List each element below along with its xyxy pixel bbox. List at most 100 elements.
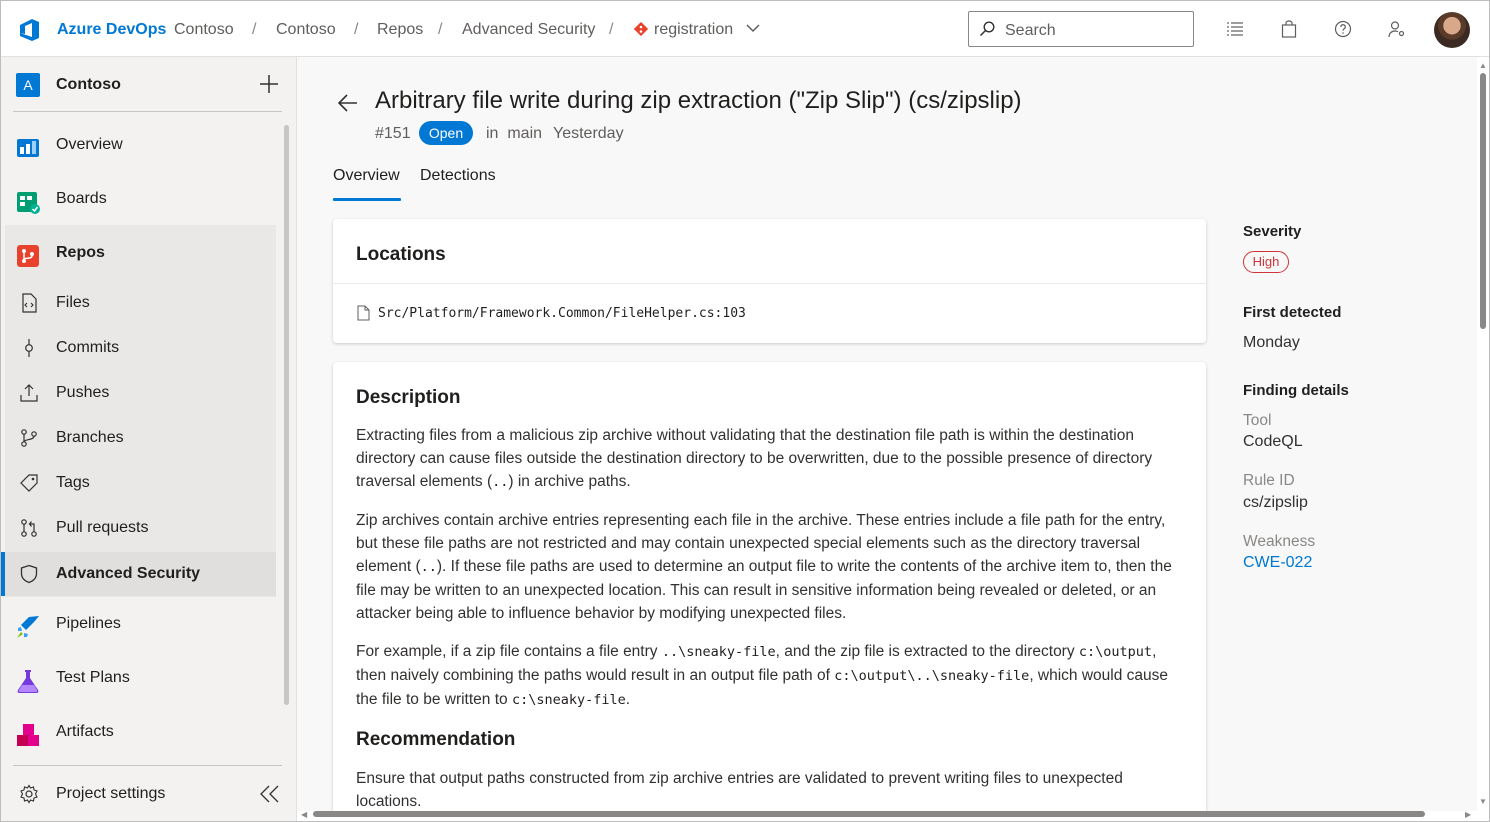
sidebar-item-label: Branches [56, 429, 124, 446]
breadcrumb-separator: / [609, 21, 614, 38]
location-path-link[interactable]: Src/Platform/Framework.Common/FileHelper… [378, 306, 746, 321]
breadcrumb-repo-name[interactable]: registration [654, 21, 733, 39]
tab-detections[interactable]: Detections [420, 167, 496, 185]
sidebar-item-repos[interactable]: Repos [5, 231, 276, 275]
breadcrumb-separator: / [252, 21, 257, 38]
sidebar-item-commits[interactable]: Commits [5, 326, 276, 370]
test-plans-icon [17, 670, 39, 693]
search-icon [979, 21, 995, 37]
sidebar-item-label: Advanced Security [56, 565, 201, 582]
azure-devops-logo[interactable] [17, 17, 43, 43]
severity-badge: High [1243, 251, 1289, 273]
avatar[interactable] [1434, 12, 1470, 48]
sidebar-scrollbar[interactable] [284, 125, 289, 705]
collapse-sidebar-icon[interactable] [259, 785, 281, 803]
sidebar-item-label: Pushes [56, 384, 110, 401]
file-icon [357, 305, 370, 321]
rule-id-value: cs/zipslip [1243, 494, 1308, 511]
brand-link[interactable]: Azure DevOps [57, 21, 166, 39]
boards-icon [17, 192, 40, 214]
help-icon[interactable] [1334, 20, 1352, 38]
active-tab-indicator [333, 198, 401, 201]
sidebar-divider [13, 765, 282, 766]
sidebar-divider [13, 111, 282, 112]
sidebar-item-pushes[interactable]: Pushes [5, 371, 276, 415]
user-settings-icon[interactable] [1388, 20, 1406, 38]
sidebar-item-artifacts[interactable]: Artifacts [5, 710, 276, 754]
sidebar-item-label: Pull requests [56, 519, 149, 536]
shopping-bag-icon[interactable] [1280, 20, 1298, 38]
breadcrumb-separator: / [354, 21, 359, 38]
sidebar-item-label: Tags [56, 474, 90, 491]
tab-overview[interactable]: Overview [333, 167, 400, 185]
sidebar-item-overview[interactable]: Overview [5, 123, 276, 167]
sidebar-item-pipelines[interactable]: Pipelines [5, 602, 276, 646]
description-heading: Description [356, 387, 461, 408]
sidebar-item-label: Project settings [56, 785, 166, 802]
breadcrumb-project[interactable]: Contoso [276, 21, 336, 39]
scroll-up-arrow-icon[interactable]: ▲ [1479, 61, 1487, 70]
breadcrumb-repos[interactable]: Repos [377, 21, 423, 39]
search-box[interactable]: Search [968, 11, 1194, 47]
card-divider [333, 283, 1206, 284]
description-card: Description Extracting files from a mali… [333, 362, 1206, 811]
files-icon [22, 293, 37, 313]
tags-icon [20, 474, 38, 492]
back-arrow-icon[interactable] [337, 93, 359, 113]
list-icon[interactable] [1226, 20, 1244, 38]
sidebar: A Contoso Overview Boards Repos Files Co… [1, 57, 297, 821]
sidebar-item-label: Repos [56, 244, 105, 261]
shield-icon [20, 564, 38, 584]
gear-icon [20, 784, 38, 804]
page-title: Arbitrary file write during zip extracti… [375, 87, 1022, 114]
tool-value: CodeQL [1243, 433, 1303, 450]
artifacts-icon [17, 724, 39, 746]
weakness-link[interactable]: CWE-022 [1243, 554, 1312, 572]
tool-label: Tool [1243, 412, 1272, 429]
sidebar-item-label: Pipelines [56, 615, 121, 632]
sidebar-item-label: Files [56, 294, 90, 311]
commits-icon [25, 339, 33, 357]
breadcrumb-org[interactable]: Contoso [174, 21, 234, 39]
sidebar-item-label: Test Plans [56, 669, 130, 686]
scroll-down-arrow-icon[interactable]: ▼ [1479, 797, 1487, 806]
plus-icon[interactable] [259, 74, 279, 94]
horizontal-scrollbar-thumb[interactable] [313, 811, 1425, 817]
vertical-scrollbar-thumb[interactable] [1480, 73, 1486, 329]
alert-time: Yesterday [553, 125, 624, 142]
alert-branch[interactable]: in main [486, 125, 542, 143]
sidebar-item-label: Artifacts [56, 723, 114, 740]
search-placeholder: Search [1005, 22, 1056, 39]
sidebar-item-advanced-security[interactable]: Advanced Security [1, 552, 276, 596]
project-avatar: A [16, 73, 40, 97]
main-content: Arbitrary file write during zip extracti… [297, 57, 1477, 811]
sidebar-item-label: Overview [56, 136, 123, 153]
scroll-left-arrow-icon[interactable]: ◀ [301, 810, 307, 819]
sidebar-item-test-plans[interactable]: Test Plans [5, 656, 276, 700]
breadcrumb-separator: / [438, 21, 443, 38]
severity-label: Severity [1243, 223, 1302, 240]
scroll-right-arrow-icon[interactable]: ▶ [1465, 810, 1471, 819]
sidebar-item-project-settings[interactable]: Project settings [5, 772, 276, 816]
description-paragraph: Extracting files from a malicious zip ar… [356, 427, 1153, 490]
breadcrumb-advanced-security[interactable]: Advanced Security [462, 21, 595, 39]
project-name[interactable]: Contoso [56, 76, 121, 94]
description-paragraph: For example, if a zip file contains a fi… [356, 643, 1169, 708]
branches-icon [21, 429, 37, 447]
finding-details-label: Finding details [1243, 382, 1349, 399]
pipelines-icon [17, 616, 39, 638]
sidebar-item-boards[interactable]: Boards [5, 177, 276, 221]
repos-icon [17, 245, 39, 267]
first-detected-value: Monday [1243, 334, 1300, 351]
rule-id-label: Rule ID [1243, 472, 1295, 489]
sidebar-item-pull-requests[interactable]: Pull requests [5, 506, 276, 550]
window: Azure DevOps Contoso / Contoso / Repos /… [0, 0, 1490, 822]
sidebar-item-branches[interactable]: Branches [5, 416, 276, 460]
description-paragraph: Zip archives contain archive entries rep… [356, 512, 1172, 622]
sidebar-item-files[interactable]: Files [5, 281, 276, 325]
chevron-down-icon[interactable] [746, 23, 760, 33]
top-bar: Azure DevOps Contoso / Contoso / Repos /… [1, 1, 1489, 57]
first-detected-label: First detected [1243, 304, 1342, 321]
locations-card: Locations Src/Platform/Framework.Common/… [333, 219, 1206, 343]
sidebar-item-tags[interactable]: Tags [5, 461, 276, 505]
